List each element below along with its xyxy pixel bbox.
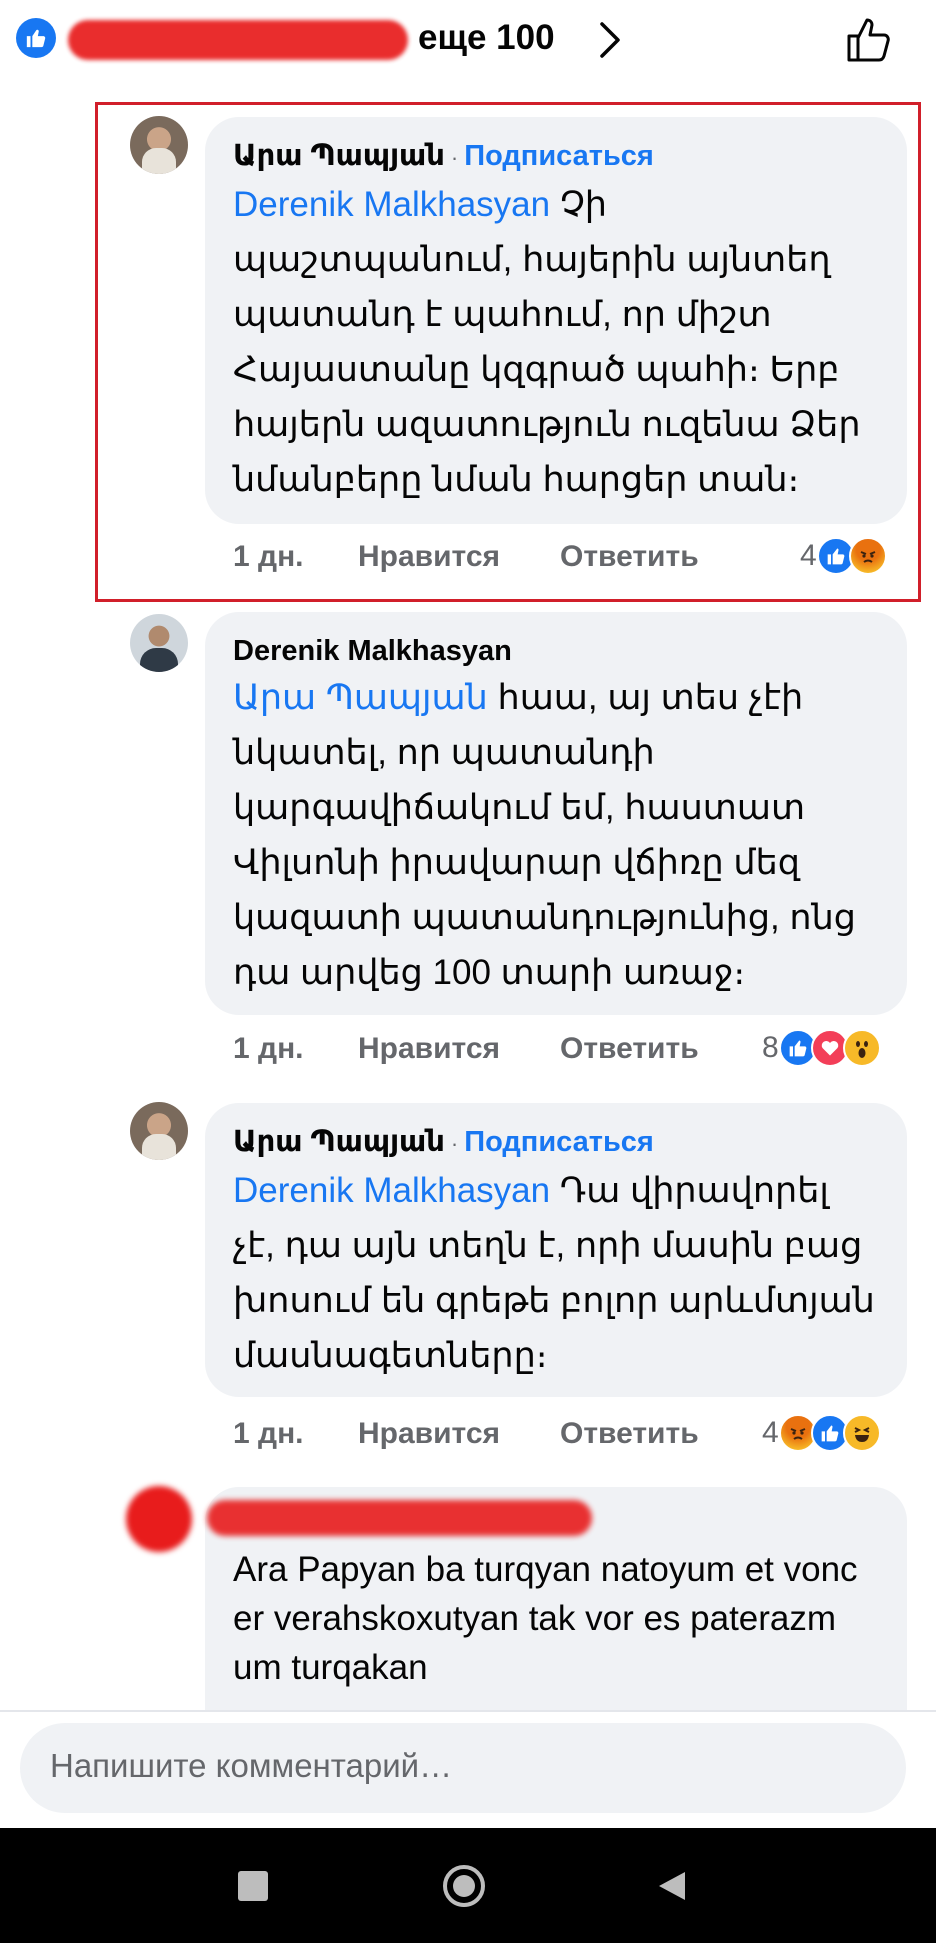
comment-text: Derenik Malkhasyan Դա վիրավորել չէ, դա ա… (233, 1163, 879, 1383)
reactions-summary[interactable]: 4 (800, 537, 887, 575)
reaction-count: 8 (762, 1031, 779, 1064)
avatar[interactable] (130, 116, 188, 174)
author-name[interactable]: Արա Պապյան (233, 140, 445, 172)
reply-button[interactable]: Ответить (560, 1417, 699, 1451)
like-button[interactable]: Нравится (358, 540, 500, 574)
home-button[interactable] (414, 1828, 514, 1943)
separator: · (450, 145, 459, 170)
like-icon (16, 18, 56, 58)
redacted-names (68, 20, 408, 60)
mention-link[interactable]: Derenik Malkhasyan (233, 185, 550, 224)
reactions-summary[interactable]: 4 (762, 1414, 881, 1452)
haha-icon (842, 1414, 881, 1452)
comment-input[interactable]: Напишите комментарий… (20, 1723, 906, 1813)
comment-text: Derenik Malkhasyan Չի պաշտպանում, հայերի… (233, 177, 879, 507)
reply-button[interactable]: Ответить (560, 1032, 699, 1066)
angry-icon (848, 537, 887, 575)
separator: · (450, 1131, 459, 1156)
divider (0, 1710, 936, 1712)
square-icon (238, 1870, 268, 1901)
chevron-right-icon[interactable] (598, 20, 622, 65)
comment-time[interactable]: 1 дн. (233, 1032, 304, 1066)
more-reactions-label[interactable]: еще 100 (418, 18, 555, 58)
comment-body: Չի պաշտպանում, հայերին այնտեղ պատանդ է պ… (233, 185, 861, 499)
author-name[interactable]: Derenik Malkhasyan (233, 632, 879, 670)
comment-bubble: Արա Պապյան · Подписаться Derenik Malkhasya… (205, 1103, 907, 1397)
redacted-author-name (207, 1500, 592, 1536)
recent-apps-button[interactable] (203, 1828, 303, 1943)
comment-input-placeholder: Напишите комментарий… (50, 1747, 453, 1784)
avatar[interactable] (130, 1102, 188, 1160)
avatar[interactable] (126, 1486, 192, 1552)
comment-body: հաա, այ տես չէի նկատել, որ պատանդի կարգա… (233, 678, 856, 992)
thumbs-up-outline-icon[interactable] (845, 14, 895, 69)
reply-button[interactable]: Ответить (560, 540, 699, 574)
comment-bubble: Derenik Malkhasyan Արա Պապյան հաա, այ տե… (205, 612, 907, 1015)
author-name[interactable]: Արա Պապյան (233, 1126, 445, 1158)
reaction-count: 4 (762, 1416, 779, 1449)
like-button[interactable]: Нравится (358, 1032, 500, 1066)
wow-icon (842, 1029, 881, 1067)
comment-bubble: Արա Պապյան · Подписаться Derenik Malkhasya… (205, 117, 907, 524)
mention-link[interactable]: Արա Պապյան (233, 678, 488, 717)
comment-time[interactable]: 1 дн. (233, 1417, 304, 1451)
avatar[interactable] (130, 614, 188, 672)
reaction-count: 4 (800, 539, 817, 572)
back-button[interactable] (622, 1828, 722, 1943)
home-circle-icon (443, 1864, 485, 1907)
like-button[interactable]: Нравится (358, 1417, 500, 1451)
system-navigation-bar (0, 1828, 936, 1943)
reactions-summary[interactable]: 8 (762, 1029, 881, 1067)
subscribe-button[interactable]: Подписаться (464, 140, 654, 172)
reactions-summary-bar[interactable]: еще 100 (0, 0, 936, 90)
mention-link[interactable]: Derenik Malkhasyan (233, 1171, 550, 1210)
subscribe-button[interactable]: Подписаться (464, 1126, 654, 1158)
back-triangle-icon (659, 1871, 685, 1900)
comment-body: Ara Papyan ba turqyan natoyum et vonc er… (233, 1550, 858, 1687)
comment-time[interactable]: 1 дн. (233, 540, 304, 574)
comment-text: Արա Պապյան հաա, այ տես չէի նկատել, որ պա… (233, 670, 879, 1000)
